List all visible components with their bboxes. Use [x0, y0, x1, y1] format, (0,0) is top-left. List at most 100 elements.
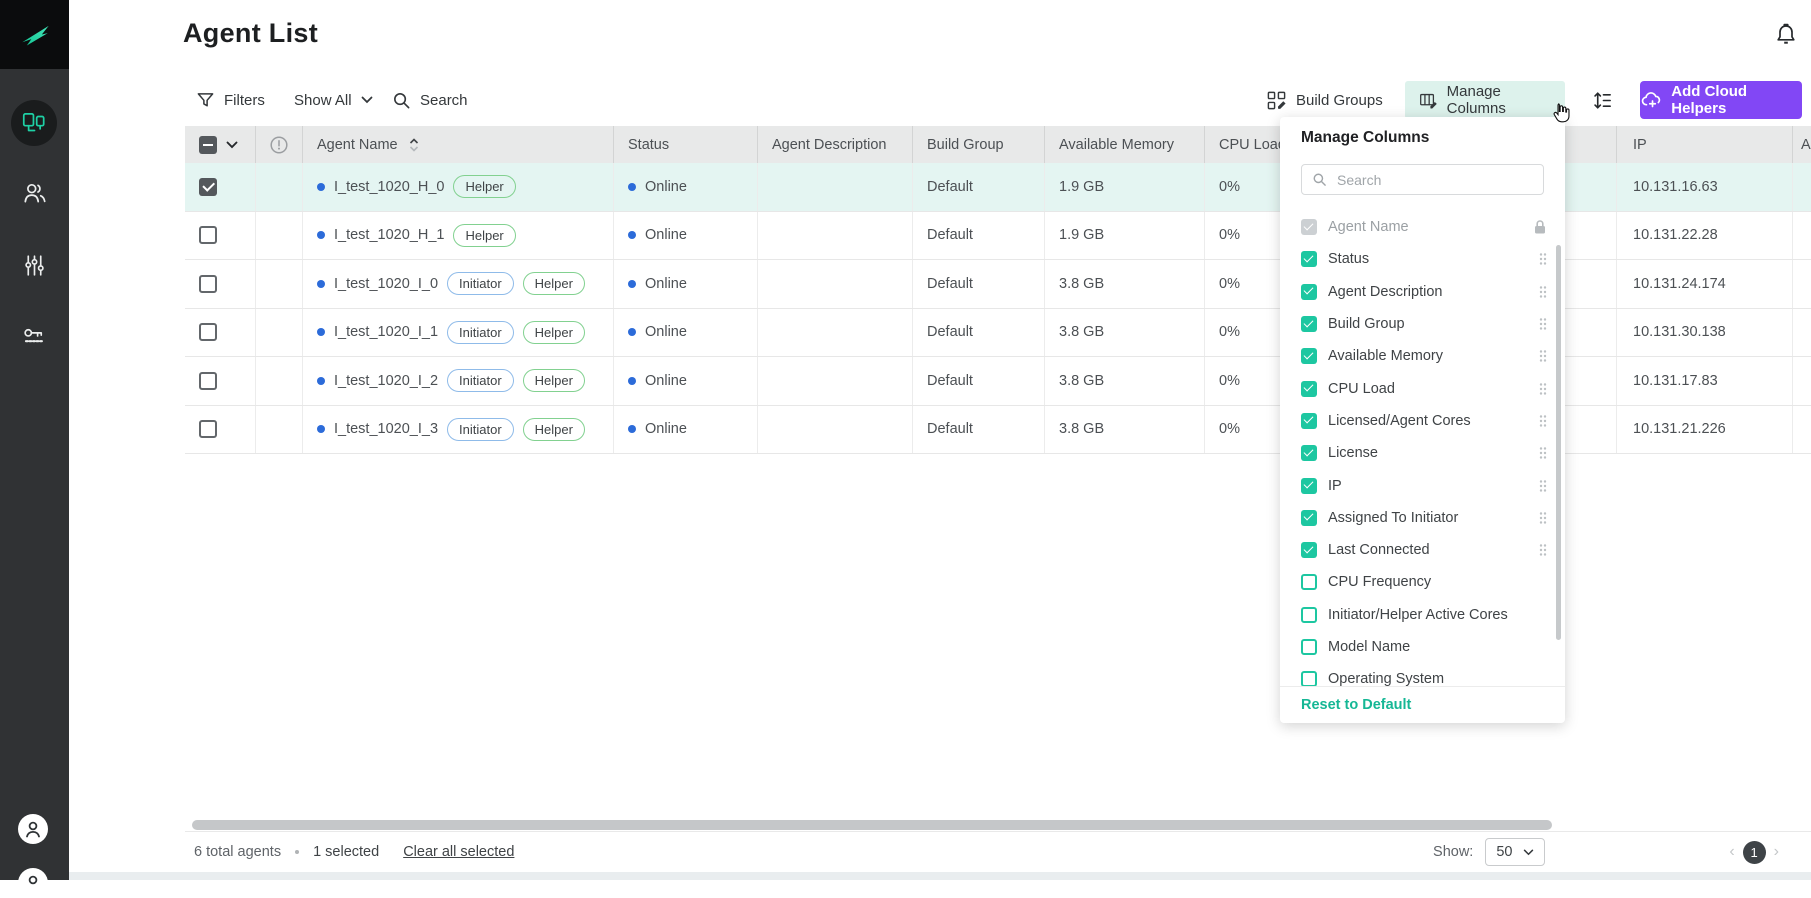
table-body: I_test_1020_H_0HelperOnlineDefault1.9 GB… [185, 163, 1811, 454]
sidebar-item-users[interactable] [20, 178, 49, 207]
header-build-group[interactable]: Build Group [913, 126, 1045, 163]
drag-handle-icon[interactable] [1539, 318, 1547, 331]
manage-columns-button[interactable]: Manage Columns [1405, 81, 1565, 119]
column-toggle-item[interactable]: Available Memory [1280, 340, 1565, 372]
table-row[interactable]: I_test_1020_H_1HelperOnlineDefault1.9 GB… [185, 212, 1811, 261]
row-checkbox[interactable] [199, 323, 217, 341]
column-checkbox[interactable] [1301, 316, 1317, 332]
current-page-button[interactable]: 1 [1743, 841, 1766, 864]
column-toggle-item[interactable]: Build Group [1280, 308, 1565, 340]
reset-to-default-link[interactable]: Reset to Default [1301, 697, 1411, 713]
filters-button[interactable]: Filters [196, 81, 265, 119]
column-toggle-item[interactable]: Operating System [1280, 663, 1565, 686]
drag-handle-icon[interactable] [1539, 414, 1547, 427]
show-label: Show: [1433, 844, 1473, 860]
secondary-avatar[interactable] [18, 868, 48, 898]
users-icon [21, 179, 49, 207]
row-density-button[interactable] [1592, 81, 1613, 119]
column-toggle-item[interactable]: Agent Name [1280, 211, 1565, 243]
drag-handle-icon[interactable] [1539, 479, 1547, 492]
column-toggle-item[interactable]: Model Name [1280, 631, 1565, 663]
column-toggle-item[interactable]: IP [1280, 469, 1565, 501]
header-ip[interactable]: IP [1617, 126, 1793, 163]
row-checkbox[interactable] [199, 372, 217, 390]
column-checkbox[interactable] [1301, 510, 1317, 526]
cell-assigned-partial [1793, 163, 1811, 211]
next-page-button[interactable]: › [1774, 843, 1779, 861]
column-toggle-item[interactable]: CPU Frequency [1280, 566, 1565, 598]
column-checkbox[interactable] [1301, 284, 1317, 300]
table-row[interactable]: I_test_1020_I_3InitiatorHelperOnlineDefa… [185, 406, 1811, 455]
header-agent-name[interactable]: Agent Name [303, 126, 614, 163]
table-row[interactable]: I_test_1020_I_2InitiatorHelperOnlineDefa… [185, 357, 1811, 406]
table-row[interactable]: I_test_1020_I_0InitiatorHelperOnlineDefa… [185, 260, 1811, 309]
show-all-dropdown[interactable]: Show All [294, 81, 373, 119]
row-checkbox[interactable] [199, 178, 217, 196]
logo-icon [15, 15, 55, 55]
agent-name: I_test_1020_H_0 [334, 179, 444, 195]
column-checkbox[interactable] [1301, 413, 1317, 429]
column-checkbox[interactable] [1301, 381, 1317, 397]
column-label: Licensed/Agent Cores [1328, 413, 1471, 429]
column-toggle-item[interactable]: Licensed/Agent Cores [1280, 405, 1565, 437]
notifications-button[interactable] [1772, 21, 1800, 49]
column-checkbox[interactable] [1301, 542, 1317, 558]
table-row[interactable]: I_test_1020_I_1InitiatorHelperOnlineDefa… [185, 309, 1811, 358]
sidebar-item-license[interactable] [20, 322, 49, 351]
filters-label: Filters [224, 92, 265, 109]
column-toggle-item[interactable]: License [1280, 437, 1565, 469]
select-all-checkbox[interactable] [199, 136, 217, 154]
header-agent-description[interactable]: Agent Description [758, 126, 913, 163]
panel-scrollbar[interactable] [1556, 245, 1561, 640]
column-toggle-item[interactable]: Agent Description [1280, 276, 1565, 308]
row-checkbox[interactable] [199, 420, 217, 438]
column-checkbox[interactable] [1301, 445, 1317, 461]
header-select-all[interactable] [185, 126, 256, 163]
sort-arrows-icon[interactable] [408, 137, 420, 153]
column-checkbox[interactable] [1301, 574, 1317, 590]
column-toggle-item[interactable]: Status [1280, 243, 1565, 275]
row-checkbox[interactable] [199, 275, 217, 293]
row-checkbox[interactable] [199, 226, 217, 244]
column-checkbox[interactable] [1301, 671, 1317, 686]
drag-handle-icon[interactable] [1539, 285, 1547, 298]
column-toggle-item[interactable]: Last Connected [1280, 534, 1565, 566]
cell-description [758, 406, 913, 454]
drag-handle-icon[interactable] [1539, 544, 1547, 557]
build-groups-button[interactable]: Build Groups [1266, 81, 1383, 119]
column-checkbox[interactable] [1301, 348, 1317, 364]
cell-agent-name: I_test_1020_I_1InitiatorHelper [303, 309, 614, 357]
panel-search-box[interactable] [1301, 164, 1544, 195]
column-checkbox[interactable] [1301, 639, 1317, 655]
drag-handle-icon[interactable] [1539, 253, 1547, 266]
header-assigned-partial[interactable]: A [1793, 126, 1811, 163]
user-avatar[interactable] [18, 814, 48, 844]
column-toggle-item[interactable]: CPU Load [1280, 372, 1565, 404]
drag-handle-icon[interactable] [1539, 382, 1547, 395]
header-available-memory[interactable]: Available Memory [1045, 126, 1205, 163]
prev-page-button[interactable]: ‹ [1729, 843, 1734, 861]
sidebar-item-settings[interactable] [20, 251, 49, 280]
column-checkbox[interactable] [1301, 478, 1317, 494]
clear-all-selected-link[interactable]: Clear all selected [403, 844, 514, 860]
column-checkbox[interactable] [1301, 607, 1317, 623]
table-row[interactable]: I_test_1020_H_0HelperOnlineDefault1.9 GB… [185, 163, 1811, 212]
header-status[interactable]: Status [614, 126, 758, 163]
page-size-select[interactable]: 50 [1485, 838, 1545, 866]
status-dot [317, 328, 325, 336]
panel-search-input[interactable] [1335, 171, 1533, 189]
sidebar-item-agents[interactable] [11, 100, 57, 146]
select-menu-chevron-icon[interactable] [226, 141, 238, 149]
add-cloud-helpers-button[interactable]: Add Cloud Helpers [1640, 81, 1802, 119]
search-button[interactable]: Search [392, 81, 468, 119]
drag-handle-icon[interactable] [1539, 447, 1547, 460]
table-header-row: Agent Name Status Agent Description Buil… [185, 126, 1811, 163]
horizontal-scrollbar[interactable] [192, 820, 1552, 830]
column-label: Last Connected [1328, 542, 1430, 558]
column-checkbox[interactable] [1301, 251, 1317, 267]
column-toggle-item[interactable]: Assigned To Initiator [1280, 502, 1565, 534]
column-toggle-item[interactable]: Initiator/Helper Active Cores [1280, 599, 1565, 631]
drag-handle-icon[interactable] [1539, 511, 1547, 524]
sort-density-icon [1592, 90, 1613, 111]
drag-handle-icon[interactable] [1539, 350, 1547, 363]
